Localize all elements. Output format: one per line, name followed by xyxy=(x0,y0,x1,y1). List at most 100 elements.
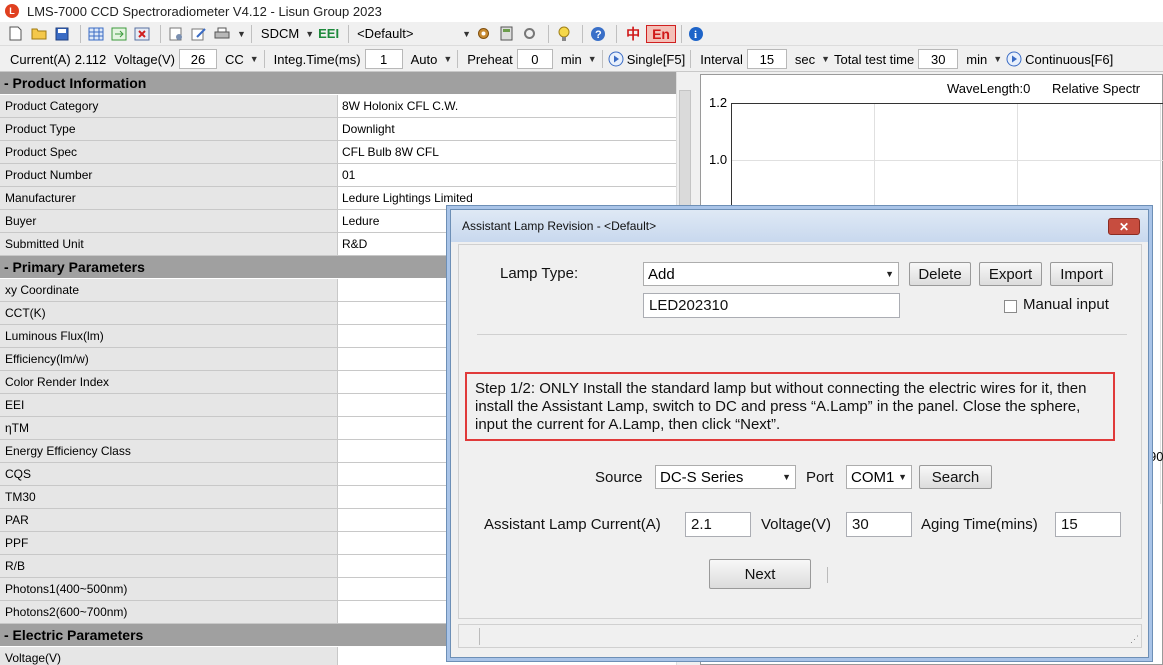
preheat-input[interactable] xyxy=(516,49,553,69)
save-icon[interactable] xyxy=(52,25,71,43)
table-icon[interactable] xyxy=(86,25,105,43)
eei-button[interactable]: EEI xyxy=(318,26,339,41)
lamp-type-select-value: Add xyxy=(648,265,675,283)
property-row[interactable]: Manufacturer Ledure Lightings Limited xyxy=(0,187,693,210)
property-row[interactable]: Product Category 8W Holonix CFL C.W. xyxy=(0,95,693,118)
property-name: Color Render Index xyxy=(0,371,338,393)
voltage-input[interactable] xyxy=(846,512,912,537)
toolbar-divider xyxy=(348,24,350,43)
aging-time-input[interactable] xyxy=(1055,512,1121,537)
cc-select[interactable]: CC xyxy=(225,52,244,67)
refresh-icon[interactable] xyxy=(520,25,539,43)
toolbar-divider xyxy=(80,24,81,43)
property-name: PAR xyxy=(0,509,338,531)
info-icon[interactable]: i xyxy=(687,25,706,43)
property-value[interactable]: CFL Bulb 8W CFL xyxy=(338,141,676,163)
voltage-input[interactable] xyxy=(178,49,217,69)
source-select[interactable]: DC-S Series ▼ xyxy=(655,465,796,489)
preheat-unit-chevron-icon[interactable]: ▼ xyxy=(588,54,597,64)
open-folder-icon[interactable] xyxy=(29,25,48,43)
new-file-icon[interactable] xyxy=(6,25,25,43)
section-header-product[interactable]: - Product Information xyxy=(0,72,693,95)
chart-title: Relative Spectr xyxy=(1051,81,1141,96)
property-row[interactable]: Product Number 01 xyxy=(0,164,693,187)
property-value[interactable]: 01 xyxy=(338,164,676,186)
port-select-value: COM1 xyxy=(851,468,895,486)
chevron-down-icon: ▼ xyxy=(782,472,791,482)
interval-unit-select[interactable]: sec xyxy=(795,52,815,67)
toolbar-divider xyxy=(250,24,252,43)
import-button[interactable]: Import xyxy=(1050,262,1113,286)
language-en-button[interactable]: En xyxy=(646,24,676,43)
dialog-status-bar: ⋰ xyxy=(458,624,1142,648)
property-row[interactable]: Product Spec CFL Bulb 8W CFL xyxy=(0,141,693,164)
port-select[interactable]: COM1 ▼ xyxy=(846,465,912,489)
interval-unit-chevron-icon[interactable]: ▼ xyxy=(821,54,830,64)
print-icon[interactable] xyxy=(212,25,231,43)
y-tick-label: 1.2 xyxy=(709,95,728,110)
dialog-title-bar[interactable]: Assistant Lamp Revision - <Default> xyxy=(451,210,1148,242)
calculator-icon[interactable] xyxy=(497,25,516,43)
integ-time-input[interactable] xyxy=(364,49,403,69)
y-tick-label: 1.0 xyxy=(709,152,728,167)
print-options-chevron-icon[interactable]: ▼ xyxy=(237,29,246,39)
preheat-unit-select[interactable]: min xyxy=(561,52,582,67)
lamp-type-select[interactable]: Add ▼ xyxy=(643,262,899,286)
search-button[interactable]: Search xyxy=(919,465,992,489)
sdcm-chevron-icon[interactable]: ▼ xyxy=(305,29,314,39)
close-button[interactable]: ✕ xyxy=(1108,218,1140,235)
property-value[interactable]: Ledure Lightings Limited xyxy=(338,187,676,209)
language-zh-button[interactable]: 中 xyxy=(626,24,640,44)
export-sheet-icon[interactable] xyxy=(109,25,128,43)
gear-icon[interactable] xyxy=(474,25,493,43)
settings-sheet-icon[interactable] xyxy=(166,25,185,43)
status-divider xyxy=(479,628,480,645)
divider xyxy=(827,567,828,583)
window-title: LMS-7000 CCD Spectroradiometer V4.12 - L… xyxy=(27,3,382,19)
toolbar-divider xyxy=(263,50,265,68)
help-icon[interactable]: ? xyxy=(588,25,607,43)
auto-select[interactable]: Auto xyxy=(411,52,438,67)
property-row[interactable]: Product Type Downlight xyxy=(0,118,693,141)
port-label: Port xyxy=(806,469,834,486)
profile-select-value: <Default> xyxy=(357,26,414,41)
source-label: Source xyxy=(595,469,643,486)
assistant-lamp-current-input[interactable] xyxy=(685,512,751,537)
lamp-name-input[interactable] xyxy=(643,293,900,318)
property-value[interactable]: 8W Holonix CFL C.W. xyxy=(338,95,676,117)
continuous-button[interactable]: Continuous[F6] xyxy=(1006,51,1113,67)
total-unit-chevron-icon[interactable]: ▼ xyxy=(993,54,1002,64)
side-tick-label: 90 xyxy=(1149,449,1163,464)
delete-button[interactable]: Delete xyxy=(909,262,971,286)
app-logo-icon: L xyxy=(5,4,19,18)
resize-grip-icon[interactable]: ⋰ xyxy=(1130,634,1139,645)
export-button[interactable]: Export xyxy=(979,262,1042,286)
profile-select[interactable]: <Default> ▼ xyxy=(354,24,474,44)
property-value[interactable]: Downlight xyxy=(338,118,676,140)
property-name: Efficiency(lm/w) xyxy=(0,348,338,370)
toolbar-divider xyxy=(582,24,584,43)
next-button[interactable]: Next xyxy=(709,559,811,589)
edit-icon[interactable] xyxy=(189,25,208,43)
delete-sheet-icon[interactable] xyxy=(132,25,151,43)
interval-input[interactable] xyxy=(746,49,787,69)
total-test-time-input[interactable] xyxy=(918,49,959,69)
property-name: Luminous Flux(lm) xyxy=(0,325,338,347)
single-button[interactable]: Single[F5] xyxy=(608,51,685,67)
current-value: 2.112 xyxy=(74,51,107,67)
current-label: Current(A) xyxy=(10,51,71,67)
toolbar-divider xyxy=(601,50,603,68)
toolbar-divider xyxy=(548,24,550,43)
property-name: CCT(K) xyxy=(0,302,338,324)
lightbulb-icon[interactable] xyxy=(554,25,573,43)
sdcm-button[interactable]: SDCM xyxy=(261,26,299,41)
toolbar-divider xyxy=(457,50,459,68)
cc-chevron-icon[interactable]: ▼ xyxy=(250,54,259,64)
property-name: TM30 xyxy=(0,486,338,508)
total-unit-select[interactable]: min xyxy=(966,52,987,67)
grid-line xyxy=(1160,104,1161,504)
aging-time-label: Aging Time(mins) xyxy=(921,516,1038,533)
property-name: Manufacturer xyxy=(0,187,338,209)
manual-input-checkbox[interactable] xyxy=(1004,300,1017,313)
auto-chevron-icon[interactable]: ▼ xyxy=(443,54,452,64)
